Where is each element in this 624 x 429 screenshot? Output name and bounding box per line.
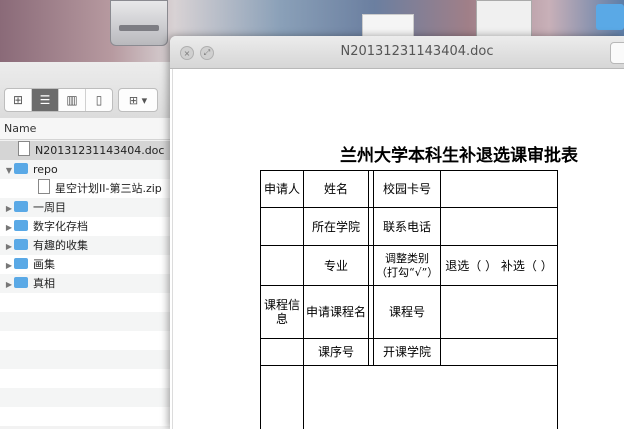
file-row[interactable]: N20131231143404.doc: [0, 141, 170, 160]
disclosure-closed-icon[interactable]: ▶: [4, 237, 14, 255]
campus-card-label: 校园卡号: [373, 170, 442, 208]
window-title: N20131231143404.doc: [340, 44, 494, 59]
disclosure-closed-icon[interactable]: ▶: [4, 256, 14, 274]
empty-cell: [260, 207, 304, 246]
row-label: 星空计划II-第三站.zip: [55, 182, 162, 195]
document-heading: 兰州大学本科生补退选课审批表: [340, 146, 578, 166]
phone-value: [440, 207, 559, 246]
approval-form-table: 申请人 姓名 校园卡号 所在学院 联系电话 专业 调整类别（打勾“√”） 退选（…: [260, 170, 559, 429]
file-row[interactable]: 星空计划II-第三站.zip: [0, 179, 170, 198]
file-list: N20131231143404.doc ▼ repo 星空计划II-第三站.zip ▶ 一…: [0, 141, 170, 426]
folder-row[interactable]: ▶ 有趣的收集: [0, 236, 170, 255]
course-no-value: [440, 285, 559, 339]
cover-flow-button[interactable]: ▯: [86, 89, 112, 111]
empty-row: [0, 350, 170, 369]
empty-row: [0, 407, 170, 426]
arrange-button[interactable]: ⊞ ▾: [118, 88, 158, 112]
document-icon: [38, 179, 50, 194]
folder-row[interactable]: ▶ 数字化存档: [0, 217, 170, 236]
disclosure-closed-icon[interactable]: ▶: [4, 199, 14, 217]
list-view-button[interactable]: ☰: [32, 89, 59, 111]
course-no-label: 课程号: [373, 285, 442, 339]
folder-row[interactable]: ▼ repo: [0, 160, 170, 179]
disclosure-open-icon[interactable]: ▼: [4, 161, 14, 179]
remarks-cell: [302, 365, 559, 429]
row-label: 一周目: [33, 201, 66, 214]
row-label: 数字化存档: [33, 220, 88, 233]
empty-cell: [260, 338, 304, 366]
document-icon: [18, 141, 30, 156]
empty-row: [0, 388, 170, 407]
empty-row: [0, 369, 170, 388]
hard-drive-icon[interactable]: [110, 0, 168, 46]
folder-icon: [14, 163, 28, 174]
folder-icon: [14, 277, 28, 288]
window-titlebar[interactable]: × ⤢ N20131231143404.doc: [170, 36, 624, 69]
empty-cell: [260, 245, 304, 286]
campus-card-value: [440, 170, 559, 208]
name-column-header[interactable]: Name: [0, 118, 170, 140]
empty-row: [0, 293, 170, 312]
course-college-value: [440, 338, 559, 366]
row-label: 真相: [33, 277, 55, 290]
phone-label: 联系电话: [373, 207, 442, 246]
disclosure-closed-icon[interactable]: ▶: [4, 218, 14, 236]
folder-row[interactable]: ▶ 画集: [0, 255, 170, 274]
course-info-label: 课程信息: [260, 285, 304, 339]
finder-window: ⊞ ☰ ▥ ▯ ⊞ ▾ Name N20131231143404.doc ▼ rep…: [0, 62, 171, 429]
folder-icon: [14, 239, 28, 250]
adjust-options: 退选（ ） 补选（ ）: [440, 245, 559, 286]
major-label: 专业: [302, 245, 370, 286]
folder-row[interactable]: ▶ 真相: [0, 274, 170, 293]
college-label: 所在学院: [302, 207, 370, 246]
folder-icon: [14, 258, 28, 269]
icon-view-button[interactable]: ⊞: [5, 89, 32, 111]
row-label: 画集: [33, 258, 55, 271]
empty-row: [0, 312, 170, 331]
course-seq-label: 课序号: [302, 338, 370, 366]
document-preview-window: × ⤢ N20131231143404.doc 兰州大学本科生补退选课审批表 申…: [170, 36, 624, 429]
course-name-label: 申请课程名: [302, 285, 370, 339]
open-with-button[interactable]: [610, 42, 624, 64]
folder-row[interactable]: ▶ 一周目: [0, 198, 170, 217]
finder-toolbar: ⊞ ☰ ▥ ▯ ⊞ ▾: [0, 62, 170, 119]
folder-icon[interactable]: [596, 4, 624, 30]
view-mode-selector: ⊞ ☰ ▥ ▯: [4, 88, 113, 112]
column-view-button[interactable]: ▥: [59, 89, 86, 111]
empty-row: [0, 331, 170, 350]
empty-cell: [260, 365, 304, 429]
applicant-label: 申请人: [260, 170, 304, 208]
adjust-type-label: 调整类别（打勾“√”）: [373, 245, 442, 286]
row-label: N20131231143404.doc: [35, 144, 165, 157]
disclosure-closed-icon[interactable]: ▶: [4, 275, 14, 293]
folder-icon: [14, 201, 28, 212]
folder-icon: [14, 220, 28, 231]
name-label: 姓名: [302, 170, 370, 208]
course-college-label: 开课学院: [373, 338, 442, 366]
row-label: repo: [33, 163, 58, 176]
row-label: 有趣的收集: [33, 239, 88, 252]
